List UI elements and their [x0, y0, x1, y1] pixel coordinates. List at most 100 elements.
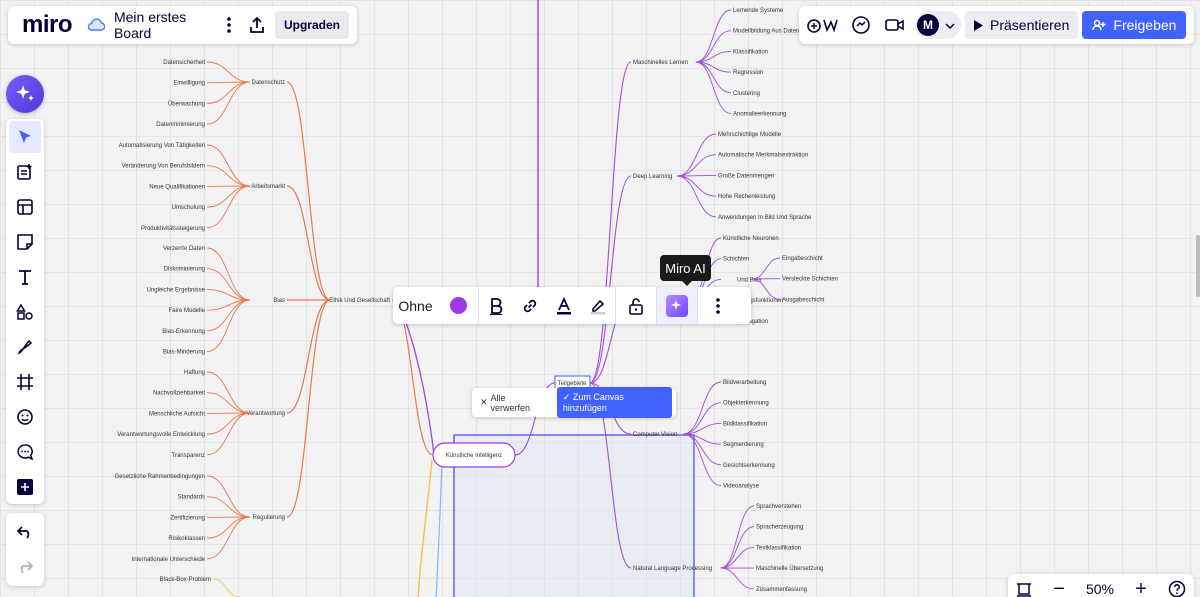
leaf-node[interactable]: Zusammenfassung — [756, 587, 807, 593]
leaf-node[interactable]: Verzerrte Daten — [163, 246, 205, 252]
text-color-button[interactable] — [547, 287, 581, 324]
templates-tool[interactable] — [9, 156, 41, 188]
leaf-node[interactable]: Ausgabeschicht — [782, 297, 825, 303]
leaf-node[interactable]: Bias-Erkennung — [162, 329, 205, 335]
leaf-node[interactable]: Versteckte Schichten — [782, 277, 838, 283]
leaf-node[interactable]: Bildklassifikation — [723, 421, 767, 427]
leaf-node[interactable]: Black-Box-Problem — [160, 577, 211, 583]
highlight-button[interactable] — [581, 287, 615, 324]
leaf-node[interactable]: Clustering — [733, 91, 760, 97]
emoji-tool[interactable] — [9, 401, 41, 433]
leaf-node[interactable]: Textklassifikation — [756, 545, 801, 551]
branch-node-deep-learning[interactable]: Deep Learning — [633, 174, 672, 180]
leaf-node[interactable]: Nachvollziehbarkeit — [153, 391, 205, 397]
leaf-node[interactable]: Gesetzliche Rahmenbedingungen — [115, 474, 205, 480]
leaf-node[interactable]: Klassifikation — [733, 49, 768, 55]
branch-node-maschinelles-lernen[interactable]: Maschinelles Lernen — [633, 60, 688, 66]
leaf-node[interactable]: Bildverarbeitung — [723, 380, 766, 386]
discard-all-button[interactable]: ✕ Alle verwerfen — [476, 393, 549, 413]
help-icon[interactable] — [1168, 580, 1186, 597]
lock-button[interactable] — [616, 287, 656, 324]
miro-logo[interactable]: miro — [22, 11, 73, 39]
board-title[interactable]: Mein erstes Board — [114, 9, 201, 41]
branch-node-computer-vision[interactable]: Computer Vision — [633, 432, 677, 438]
upgrade-button[interactable]: Upgraden — [274, 11, 349, 39]
zoom-out-button[interactable]: − — [1053, 578, 1065, 597]
zoom-in-button[interactable]: + — [1135, 578, 1147, 597]
branch-node-regulierung[interactable]: Regulierung — [253, 515, 285, 521]
leaf-node[interactable]: Mehrschichtige Modelle — [718, 132, 782, 138]
leaf-node[interactable]: Diskriminierung — [164, 267, 205, 273]
leaf-node[interactable]: Objekterkennung — [723, 401, 769, 407]
leaf-node[interactable]: Künstliche Neuronen — [723, 236, 779, 242]
video-call-icon[interactable] — [881, 11, 909, 39]
more-tools[interactable] — [9, 471, 41, 503]
ai-assistant-button[interactable] — [6, 75, 44, 113]
leaf-node[interactable]: Ungleiche Ergebnisse — [147, 287, 206, 293]
font-select[interactable]: Ohne — [393, 287, 438, 324]
undo-button[interactable] — [9, 516, 41, 548]
miro-ai-button[interactable] — [657, 287, 697, 324]
leaf-node[interactable]: Große Datenmengen — [718, 173, 774, 179]
leaf-node[interactable]: Segmentierung — [723, 442, 764, 448]
leaf-node[interactable]: Verantwortungsvolle Entwicklung — [117, 432, 205, 438]
pen-tool[interactable] — [9, 331, 41, 363]
leaf-node[interactable]: Anomalieerkennung — [733, 112, 786, 118]
more-icon[interactable] — [219, 12, 239, 38]
leaf-node[interactable]: Veränderung Von Berufsbildern — [122, 164, 205, 170]
leaf-node[interactable]: Videoanalyse — [723, 484, 760, 490]
text-tool[interactable] — [9, 261, 41, 293]
leaf-node[interactable]: Umschulung — [172, 205, 205, 211]
fit-to-screen-icon[interactable] — [1016, 581, 1032, 597]
add-to-canvas-button[interactable]: ✓ Zum Canvas hinzufügen — [556, 387, 672, 418]
leaf-node[interactable]: Faire Modelle — [169, 308, 206, 314]
leaf-node[interactable]: Eingabeschicht — [782, 256, 823, 262]
branch-node-bias[interactable]: Bias — [273, 298, 285, 304]
comment-tool[interactable] — [9, 436, 41, 468]
leaf-node[interactable]: Datenminimierung — [156, 122, 205, 128]
leaf-node[interactable]: Gesichtserkennung — [723, 463, 775, 469]
leaf-node[interactable]: Modellbildung Aus Daten — [733, 29, 799, 35]
bold-button[interactable] — [479, 287, 513, 324]
branch-node-arbeitsmarkt[interactable]: Arbeitsmarkt — [251, 184, 285, 190]
leaf-node[interactable]: Sprachverstehen — [756, 504, 801, 510]
frame-tool[interactable] — [9, 366, 41, 398]
leaf-node[interactable]: Lernende Systeme — [733, 8, 784, 14]
leaf-node[interactable]: Einwilligung — [173, 81, 205, 87]
branch-node-natural-language-processing[interactable]: Natural Language Processing — [633, 566, 712, 572]
export-icon[interactable] — [247, 12, 267, 38]
more-options-button[interactable] — [698, 287, 738, 324]
leaf-node[interactable]: Menschliche Aufsicht — [149, 411, 205, 417]
present-button[interactable]: Präsentieren — [965, 11, 1079, 39]
zoom-level[interactable]: 50% — [1086, 581, 1114, 597]
leaf-node[interactable]: Standards — [178, 495, 205, 501]
link-button[interactable] — [513, 287, 547, 324]
chat-icon[interactable] — [847, 11, 875, 39]
share-button[interactable]: Freigeben — [1082, 11, 1187, 39]
user-menu[interactable]: M — [915, 11, 961, 39]
leaf-node[interactable]: Transparenz — [172, 453, 205, 459]
leaf-node[interactable]: Automatische Merkmalsextraktion — [718, 153, 808, 159]
leaf-node[interactable]: Produktivitätssteigerung — [141, 226, 205, 232]
leaf-node[interactable]: Internationale Unterschiede — [132, 557, 206, 563]
vertical-scrollbar[interactable] — [1196, 235, 1200, 297]
redo-button[interactable] — [9, 551, 41, 583]
leaf-node[interactable]: Anwendungen In Bild Und Sprache — [718, 215, 812, 221]
leaf-node[interactable]: Bias-Minderung — [163, 350, 205, 356]
branch-node-datenschutz[interactable]: Datenschutz — [252, 80, 285, 86]
leaf-node-schichten[interactable]: Schichten — [723, 257, 749, 263]
fill-color-button[interactable] — [438, 287, 478, 324]
leaf-node[interactable]: Maschinelle Übersetzung — [756, 565, 823, 572]
leaf-node[interactable]: Regression — [733, 70, 763, 76]
leaf-node[interactable]: Zertifizierung — [170, 515, 205, 521]
leaf-node[interactable]: Datensicherheit — [163, 60, 205, 66]
select-tool[interactable] — [9, 121, 41, 153]
root-node-label[interactable]: Künstliche Intelligenz — [446, 453, 502, 459]
leaf-node[interactable]: Automatisierung Von Tätigkeiten — [119, 143, 205, 149]
left-hub-node[interactable]: Ethik Und Gesellschaft — [329, 298, 390, 304]
branch-node-verantwortung[interactable]: Verantwortung — [246, 411, 285, 417]
leaf-node[interactable]: Risikoklassen — [168, 536, 205, 542]
layout-tool[interactable] — [9, 191, 41, 223]
sticky-note-tool[interactable] — [9, 226, 41, 258]
leaf-node[interactable]: Neue Qualifikationen — [149, 184, 205, 190]
